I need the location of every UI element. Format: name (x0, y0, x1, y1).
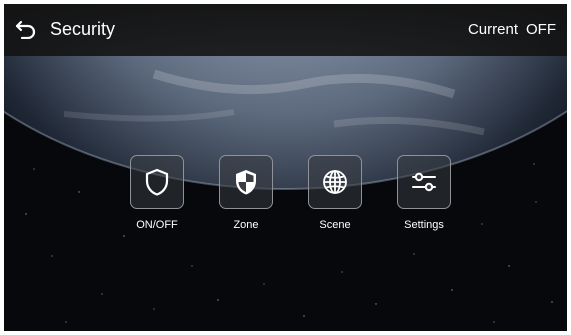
settings-button[interactable]: Settings (379, 155, 469, 232)
on-off-tile[interactable] (130, 155, 184, 209)
back-arrow-icon[interactable] (15, 17, 37, 39)
scene-label: Scene (319, 219, 351, 231)
top-bar: Security Current OFF (4, 4, 567, 56)
scene-tile[interactable] (308, 155, 362, 209)
zone-button[interactable]: Zone (201, 155, 291, 232)
shield-outline-icon (145, 168, 169, 196)
zone-tile[interactable] (219, 155, 273, 209)
status-value: OFF (526, 21, 556, 38)
zone-label: Zone (233, 219, 259, 231)
scene-button[interactable]: Scene (290, 155, 380, 232)
screen: Security Current OFF ON/OFF Zone Scene S… (4, 4, 567, 331)
on-off-button[interactable]: ON/OFF (112, 155, 202, 232)
current-status: Current OFF (468, 20, 556, 39)
settings-label: Settings (404, 219, 444, 231)
status-label: Current (467, 21, 518, 38)
page-title: Security (50, 19, 116, 39)
globe-icon (323, 170, 347, 194)
sliders-icon (412, 172, 436, 192)
shield-half-icon (236, 170, 256, 195)
settings-tile[interactable] (397, 155, 451, 209)
on-off-label: ON/OFF (136, 219, 178, 231)
